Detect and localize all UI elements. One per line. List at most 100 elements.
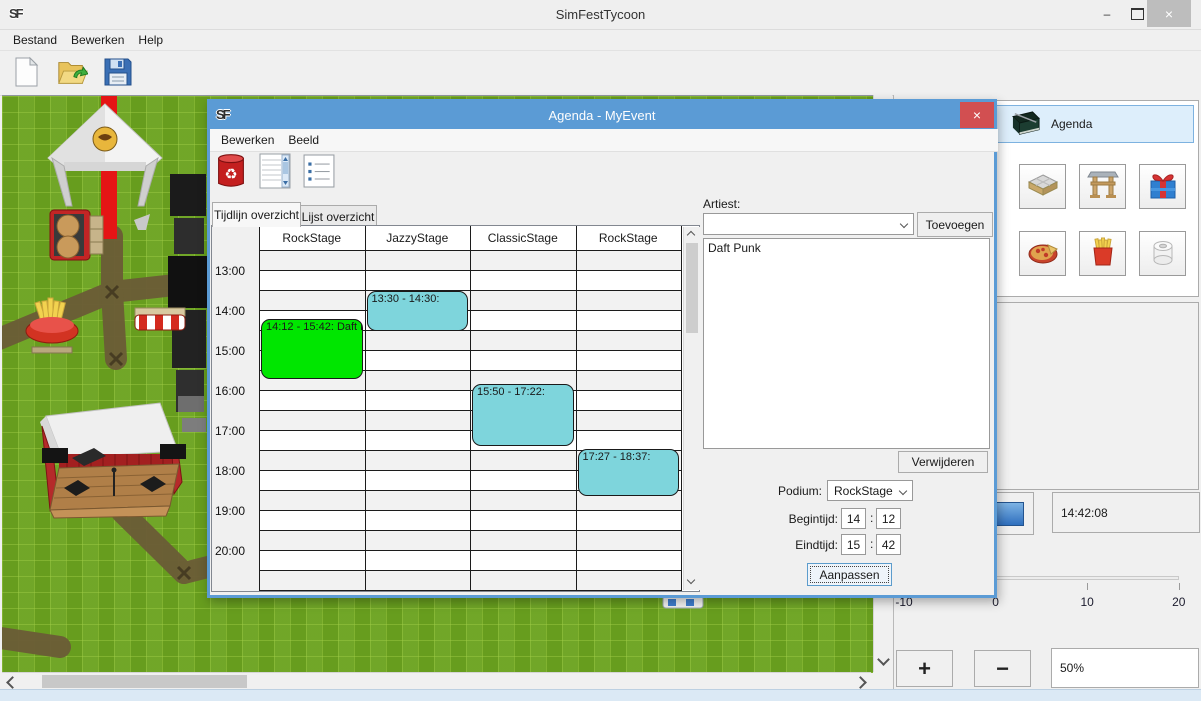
striped-booth bbox=[135, 308, 185, 330]
scrollbar-thumb[interactable] bbox=[686, 243, 698, 333]
fries-icon bbox=[1087, 236, 1119, 271]
artist-list-item[interactable]: Daft Punk bbox=[708, 241, 985, 255]
app-title: SimFestTycoon bbox=[0, 7, 1201, 22]
sidebar-item-label: Agenda bbox=[1051, 117, 1092, 131]
shop-item-gift[interactable] bbox=[1139, 164, 1186, 209]
zoom-out-button[interactable]: − bbox=[974, 650, 1031, 687]
save-button[interactable] bbox=[100, 55, 136, 91]
close-button[interactable]: × bbox=[1147, 0, 1191, 27]
dialog-toolbar: ♻ bbox=[212, 154, 612, 198]
stage-column-header: RockStage bbox=[576, 226, 682, 251]
grid-line bbox=[576, 226, 577, 591]
grid-line bbox=[365, 226, 366, 591]
slider-tick bbox=[1087, 583, 1088, 590]
svg-text:♻: ♻ bbox=[224, 167, 237, 183]
details-view-button[interactable] bbox=[256, 154, 294, 192]
delete-bin-button[interactable]: ♻ bbox=[212, 154, 250, 192]
schedule-event[interactable]: 15:50 - 17:22: bbox=[472, 384, 574, 445]
clock-value: 14:42:08 bbox=[1061, 506, 1108, 520]
tab-lijst-overzicht[interactable]: Lijst overzicht bbox=[299, 205, 377, 227]
apply-button[interactable]: Aanpassen bbox=[807, 563, 892, 586]
add-artist-button[interactable]: Toevoegen bbox=[917, 212, 993, 237]
zoom-in-button[interactable]: + bbox=[896, 650, 953, 687]
artist-listbox[interactable]: Daft Punk bbox=[703, 238, 990, 449]
menu-item-bewerken[interactable]: Bewerken bbox=[214, 133, 281, 147]
menu-item-help[interactable]: Help bbox=[131, 33, 170, 47]
timeline-panel: 13:0014:0015:0016:0017:0018:0019:0020:00… bbox=[211, 225, 700, 592]
map-horizontal-scrollbar[interactable] bbox=[2, 672, 871, 690]
open-folder-icon bbox=[56, 56, 88, 91]
hour-label: 14:00 bbox=[215, 304, 245, 318]
schedule-event[interactable]: 17:27 - 18:37: bbox=[578, 449, 680, 496]
scroll-right-icon[interactable] bbox=[854, 676, 867, 689]
dialog-menu-bar: BewerkenBeeld bbox=[210, 129, 998, 152]
menu-item-bewerken[interactable]: Bewerken bbox=[64, 33, 131, 47]
minimize-button[interactable]: – bbox=[1092, 0, 1122, 27]
grid-line bbox=[259, 226, 260, 591]
scroll-up-icon[interactable] bbox=[687, 231, 695, 239]
menu-bar: BestandBewerkenHelp bbox=[0, 30, 1201, 51]
status-bar bbox=[0, 689, 1201, 701]
new-document-button[interactable] bbox=[8, 55, 44, 91]
time-separator: : bbox=[870, 511, 873, 525]
details-view-icon bbox=[259, 153, 291, 192]
shop-item-gate[interactable] bbox=[1079, 164, 1126, 209]
shop-item-fries[interactable] bbox=[1079, 231, 1126, 276]
hour-label: 18:00 bbox=[215, 464, 245, 478]
schedule-event[interactable]: 14:12 - 15:42: Daft Punk bbox=[261, 319, 363, 379]
dialog-close-button[interactable]: × bbox=[960, 102, 994, 128]
toolbar bbox=[0, 51, 1201, 96]
shop-item-pizza[interactable] bbox=[1019, 231, 1066, 276]
slider-tick-label: 10 bbox=[1081, 595, 1094, 609]
begin-hour-input[interactable]: 14 bbox=[841, 508, 866, 529]
zoom-level-display: 50% bbox=[1051, 648, 1199, 688]
scrollbar-thumb[interactable] bbox=[42, 675, 247, 688]
menu-item-beeld[interactable]: Beeld bbox=[281, 133, 326, 147]
title-bar: SF SimFestTycoon – × bbox=[0, 0, 1201, 30]
schedule-event[interactable]: 13:30 - 14:30: bbox=[367, 291, 469, 331]
app-window: SF SimFestTycoon – × BestandBewerkenHelp bbox=[0, 0, 1201, 701]
toilet-paper-icon bbox=[1147, 236, 1179, 271]
dialog-title: Agenda - MyEvent bbox=[210, 108, 994, 123]
delete-bin-icon: ♻ bbox=[215, 153, 247, 192]
podium-select[interactable]: RockStage bbox=[827, 480, 913, 501]
new-document-icon bbox=[10, 56, 42, 91]
podium-value: RockStage bbox=[834, 484, 893, 498]
time-separator: : bbox=[870, 537, 873, 551]
slider-tick bbox=[1179, 583, 1180, 590]
schedule-scrollbar[interactable] bbox=[683, 227, 700, 590]
menu-item-bestand[interactable]: Bestand bbox=[6, 33, 64, 47]
burger-stand bbox=[50, 210, 103, 260]
shop-item-toilet-paper[interactable] bbox=[1139, 231, 1186, 276]
end-hour-input[interactable]: 15 bbox=[841, 534, 866, 555]
pizza-icon bbox=[1027, 236, 1059, 271]
time-gutter: 13:0014:0015:0016:0017:0018:0019:0020:00 bbox=[212, 226, 259, 591]
begin-time-label: Begintijd: bbox=[752, 512, 838, 526]
artist-combobox[interactable] bbox=[703, 213, 914, 235]
end-minute-input[interactable]: 42 bbox=[876, 534, 901, 555]
slider-tick-label: 20 bbox=[1172, 595, 1185, 609]
scroll-down-icon[interactable] bbox=[877, 653, 890, 666]
scroll-down-icon[interactable] bbox=[687, 576, 695, 584]
scroll-left-icon[interactable] bbox=[6, 676, 19, 689]
remove-artist-button[interactable]: Verwijderen bbox=[898, 451, 988, 473]
shop-item-floor-tile[interactable] bbox=[1019, 164, 1066, 209]
grid-line bbox=[470, 226, 471, 591]
stage-column-header: RockStage bbox=[259, 226, 365, 251]
list-view-button[interactable] bbox=[300, 154, 338, 192]
begin-minute-input[interactable]: 12 bbox=[876, 508, 901, 529]
open-folder-button[interactable] bbox=[54, 55, 90, 91]
list-view-icon bbox=[303, 153, 335, 192]
save-icon bbox=[102, 56, 134, 91]
dialog-title-bar[interactable]: SF Agenda - MyEvent bbox=[210, 102, 994, 129]
speaker-stack bbox=[168, 174, 208, 432]
plus-icon: + bbox=[918, 656, 931, 682]
tab-tijdlijn-overzicht[interactable]: Tijdlijn overzicht bbox=[212, 202, 301, 227]
hour-label: 20:00 bbox=[215, 544, 245, 558]
scrollbar-corner bbox=[873, 672, 891, 689]
hour-label: 16:00 bbox=[215, 384, 245, 398]
gate-icon bbox=[1087, 169, 1119, 204]
play-icon bbox=[996, 502, 1024, 526]
hour-label: 17:00 bbox=[215, 424, 245, 438]
stage-column-header: JazzyStage bbox=[365, 226, 471, 251]
